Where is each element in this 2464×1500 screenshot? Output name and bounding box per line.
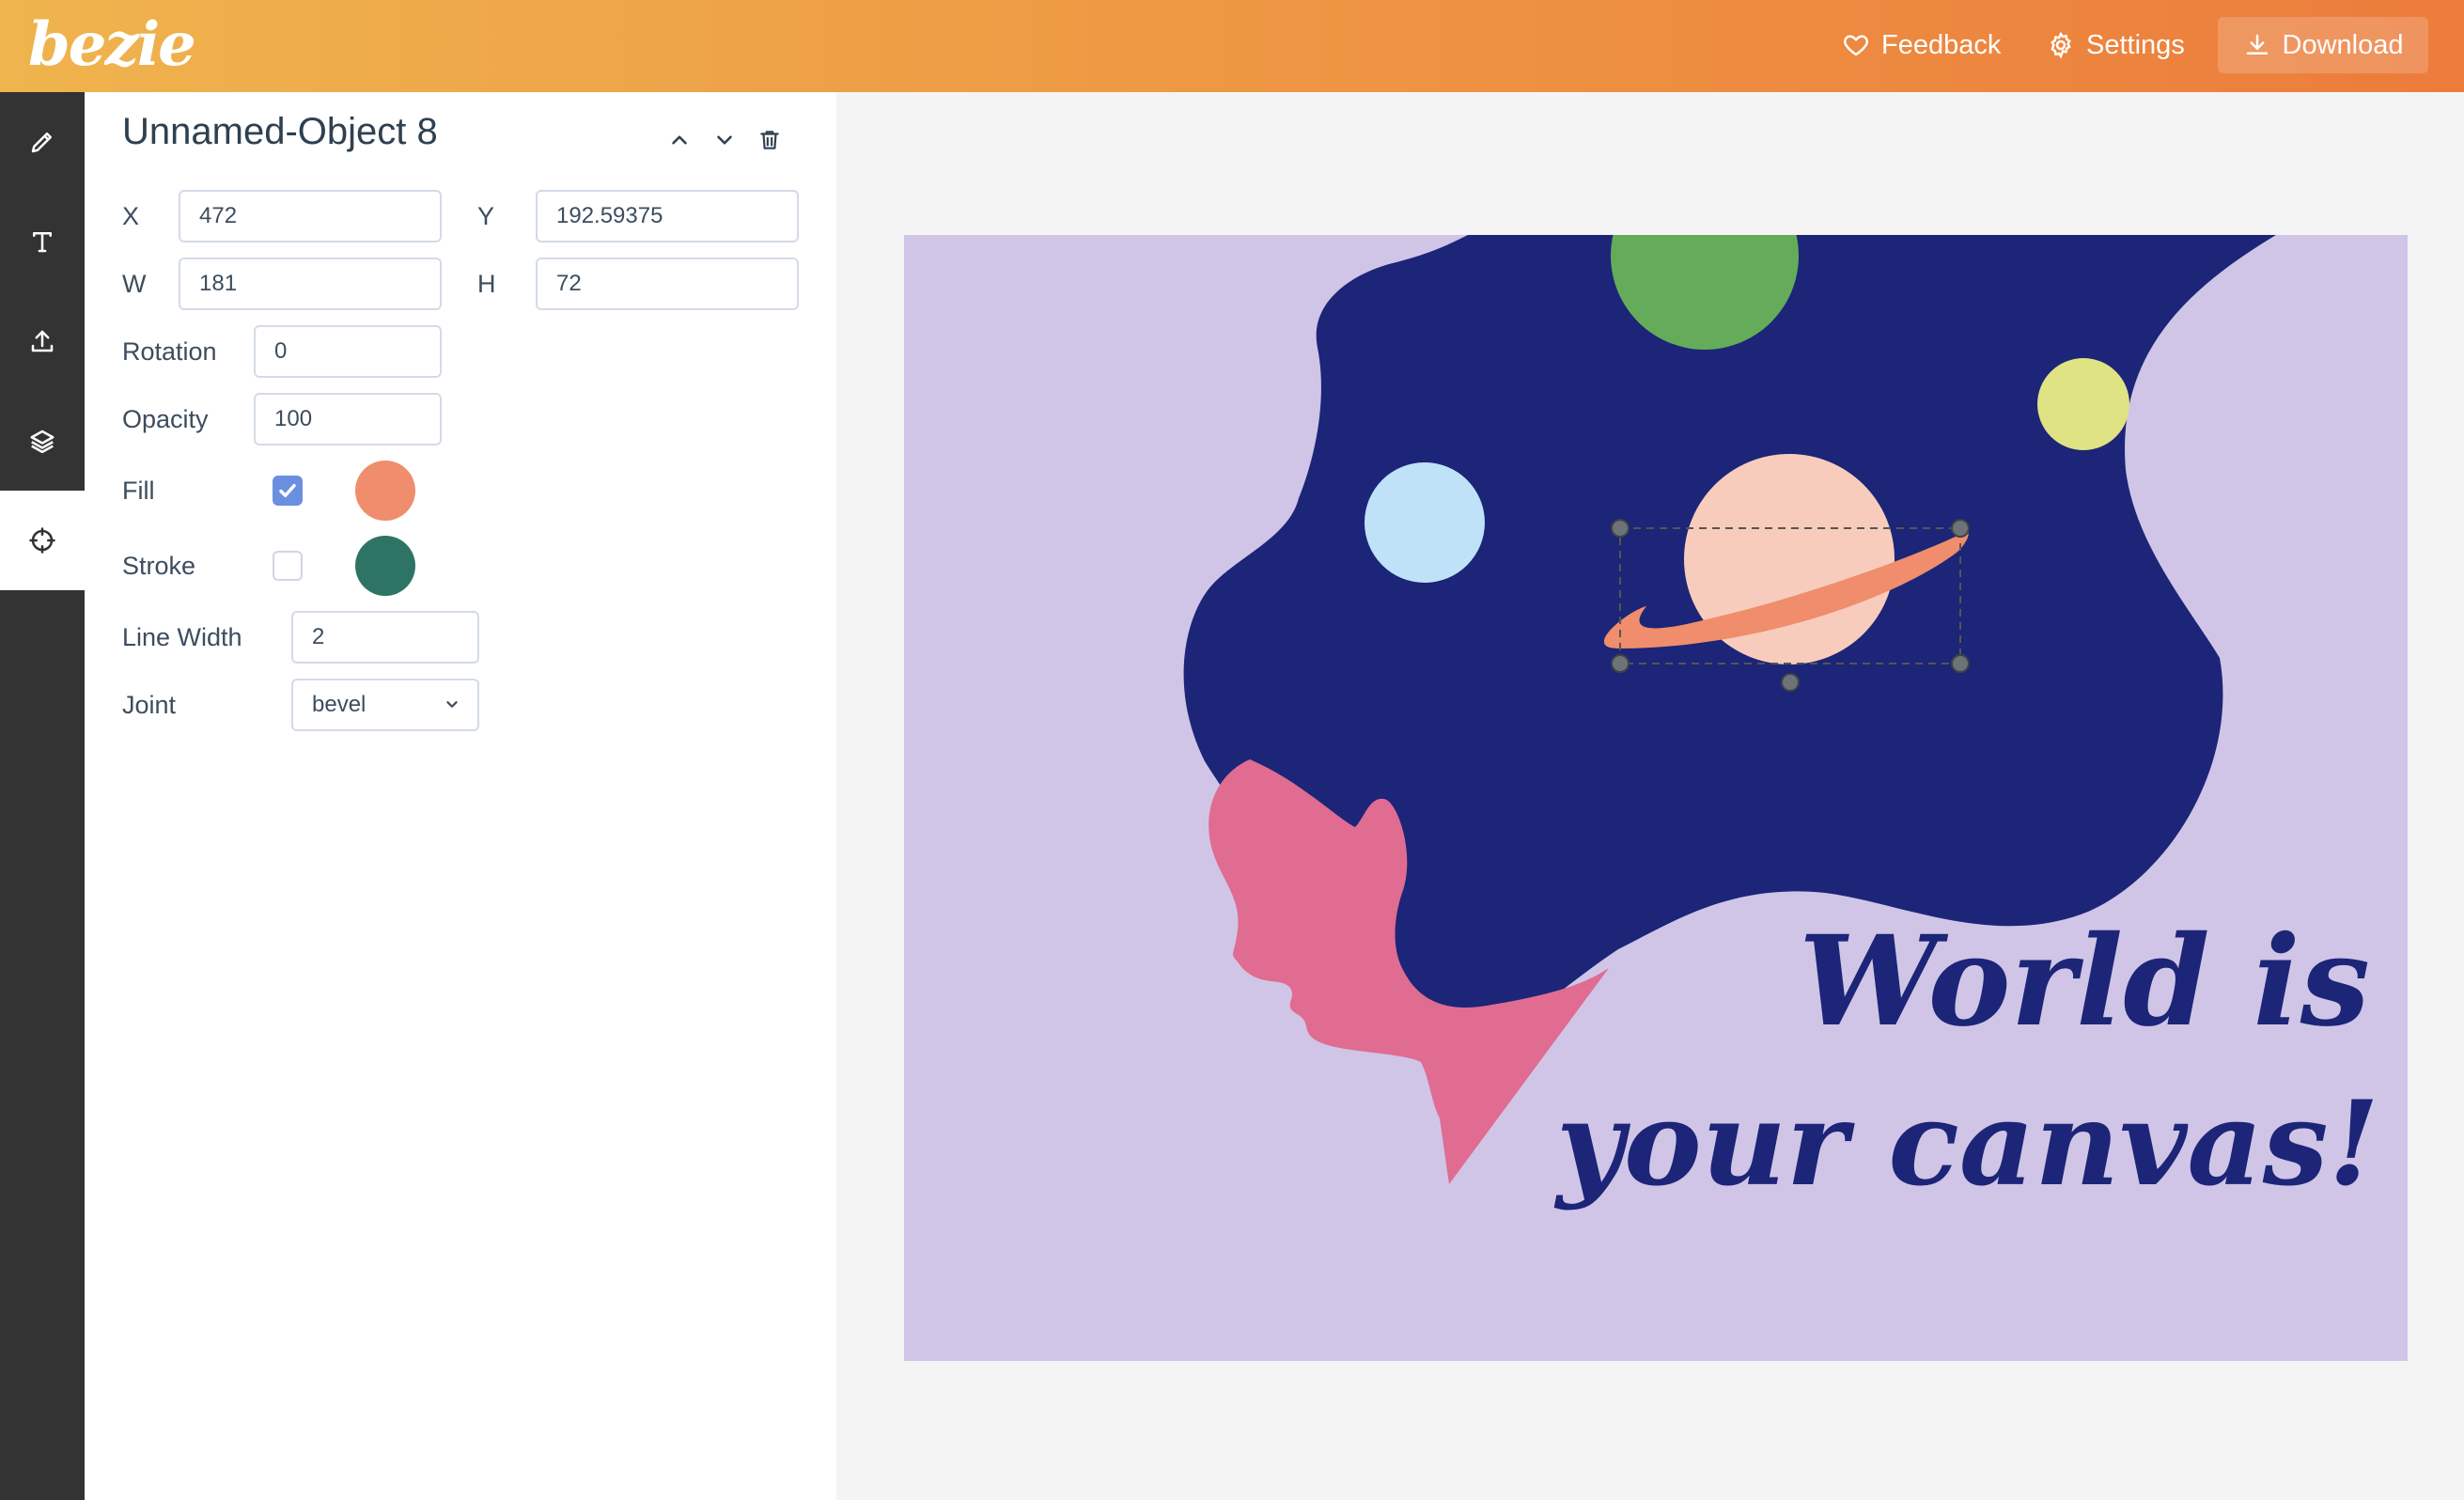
chevron-down-icon bbox=[717, 135, 732, 145]
rotation-input[interactable]: 0 bbox=[254, 325, 442, 378]
top-bar: bezie Feedback Settings Download bbox=[0, 0, 2464, 92]
resize-handle[interactable] bbox=[1951, 654, 1970, 673]
feedback-label: Feedback bbox=[1881, 29, 2002, 60]
rail-item-text[interactable] bbox=[0, 192, 85, 291]
chevron-up-icon bbox=[672, 135, 687, 145]
settings-button[interactable]: Settings bbox=[2047, 17, 2185, 73]
stroke-label: Stroke bbox=[122, 552, 196, 580]
app-logo[interactable]: bezie bbox=[28, 8, 196, 83]
canvas-text-line-2[interactable]: your canvas! bbox=[1553, 1076, 2379, 1212]
stroke-checkbox[interactable] bbox=[273, 551, 303, 581]
opacity-value: 100 bbox=[274, 406, 313, 431]
line-width-label: Line Width bbox=[122, 623, 242, 651]
opacity-input[interactable]: 100 bbox=[254, 393, 442, 445]
canvas-text-line-1[interactable]: World is bbox=[1799, 909, 2370, 1055]
rotation-value: 0 bbox=[274, 338, 288, 364]
settings-label: Settings bbox=[2086, 29, 2185, 60]
opacity-label: Opacity bbox=[122, 405, 209, 433]
download-icon bbox=[2246, 34, 2268, 55]
properties-panel: Unnamed-Object 8 X 472 Y 192.59375 W 181… bbox=[85, 92, 836, 1500]
fill-checkbox[interactable] bbox=[273, 476, 303, 506]
delete-button[interactable] bbox=[757, 124, 782, 156]
chevron-down-icon bbox=[446, 701, 458, 708]
check-icon bbox=[279, 484, 296, 497]
blue-planet bbox=[1365, 462, 1485, 583]
object-title: Unnamed-Object 8 bbox=[122, 111, 438, 152]
rail-item-properties[interactable] bbox=[0, 491, 85, 590]
artwork: World is your canvas! bbox=[1183, 235, 2379, 1212]
rail-item-layers[interactable] bbox=[0, 391, 85, 491]
resize-handle[interactable] bbox=[1611, 519, 1630, 538]
h-value: 72 bbox=[556, 271, 582, 296]
stroke-color-swatch[interactable] bbox=[355, 536, 415, 596]
w-value: 181 bbox=[199, 271, 238, 296]
pencil-icon bbox=[31, 133, 52, 153]
line-width-input[interactable]: 2 bbox=[291, 611, 479, 664]
tool-rail bbox=[0, 92, 85, 1500]
y-input[interactable]: 192.59375 bbox=[536, 190, 799, 242]
rotation-label: Rotation bbox=[122, 337, 217, 366]
line-width-value: 2 bbox=[312, 624, 325, 649]
text-icon bbox=[33, 232, 52, 253]
move-up-button[interactable] bbox=[667, 124, 692, 156]
w-label: W bbox=[122, 270, 147, 298]
joint-select[interactable]: bevel bbox=[291, 679, 479, 731]
feedback-button[interactable]: Feedback bbox=[1842, 17, 2001, 73]
object-actions bbox=[667, 124, 782, 156]
rail-item-draw[interactable] bbox=[0, 92, 85, 192]
move-down-button[interactable] bbox=[712, 124, 737, 156]
resize-handle[interactable] bbox=[1781, 673, 1800, 692]
canvas-artboard[interactable]: World is your canvas! bbox=[904, 235, 2408, 1361]
yellow-planet bbox=[2037, 358, 2129, 450]
resize-handle[interactable] bbox=[1611, 654, 1630, 673]
crosshair-icon bbox=[29, 527, 55, 554]
resize-handle[interactable] bbox=[1951, 519, 1970, 538]
layers-icon bbox=[30, 430, 55, 454]
x-value: 472 bbox=[199, 203, 238, 228]
h-input[interactable]: 72 bbox=[536, 258, 799, 310]
download-label: Download bbox=[2282, 29, 2404, 60]
joint-label: Joint bbox=[122, 691, 177, 719]
upload-icon bbox=[31, 330, 54, 352]
download-button[interactable]: Download bbox=[2218, 17, 2428, 73]
w-input[interactable]: 181 bbox=[179, 258, 442, 310]
fill-label: Fill bbox=[122, 477, 155, 505]
trash-icon bbox=[760, 131, 779, 149]
y-label: Y bbox=[477, 202, 495, 230]
x-label: X bbox=[122, 202, 140, 230]
h-label: H bbox=[477, 270, 496, 298]
heart-icon bbox=[1844, 35, 1868, 56]
joint-value: bevel bbox=[312, 692, 366, 717]
x-input[interactable]: 472 bbox=[179, 190, 442, 242]
fill-color-swatch[interactable] bbox=[355, 461, 415, 521]
y-value: 192.59375 bbox=[556, 203, 663, 228]
rail-item-upload[interactable] bbox=[0, 291, 85, 391]
gear-icon bbox=[2051, 31, 2071, 59]
